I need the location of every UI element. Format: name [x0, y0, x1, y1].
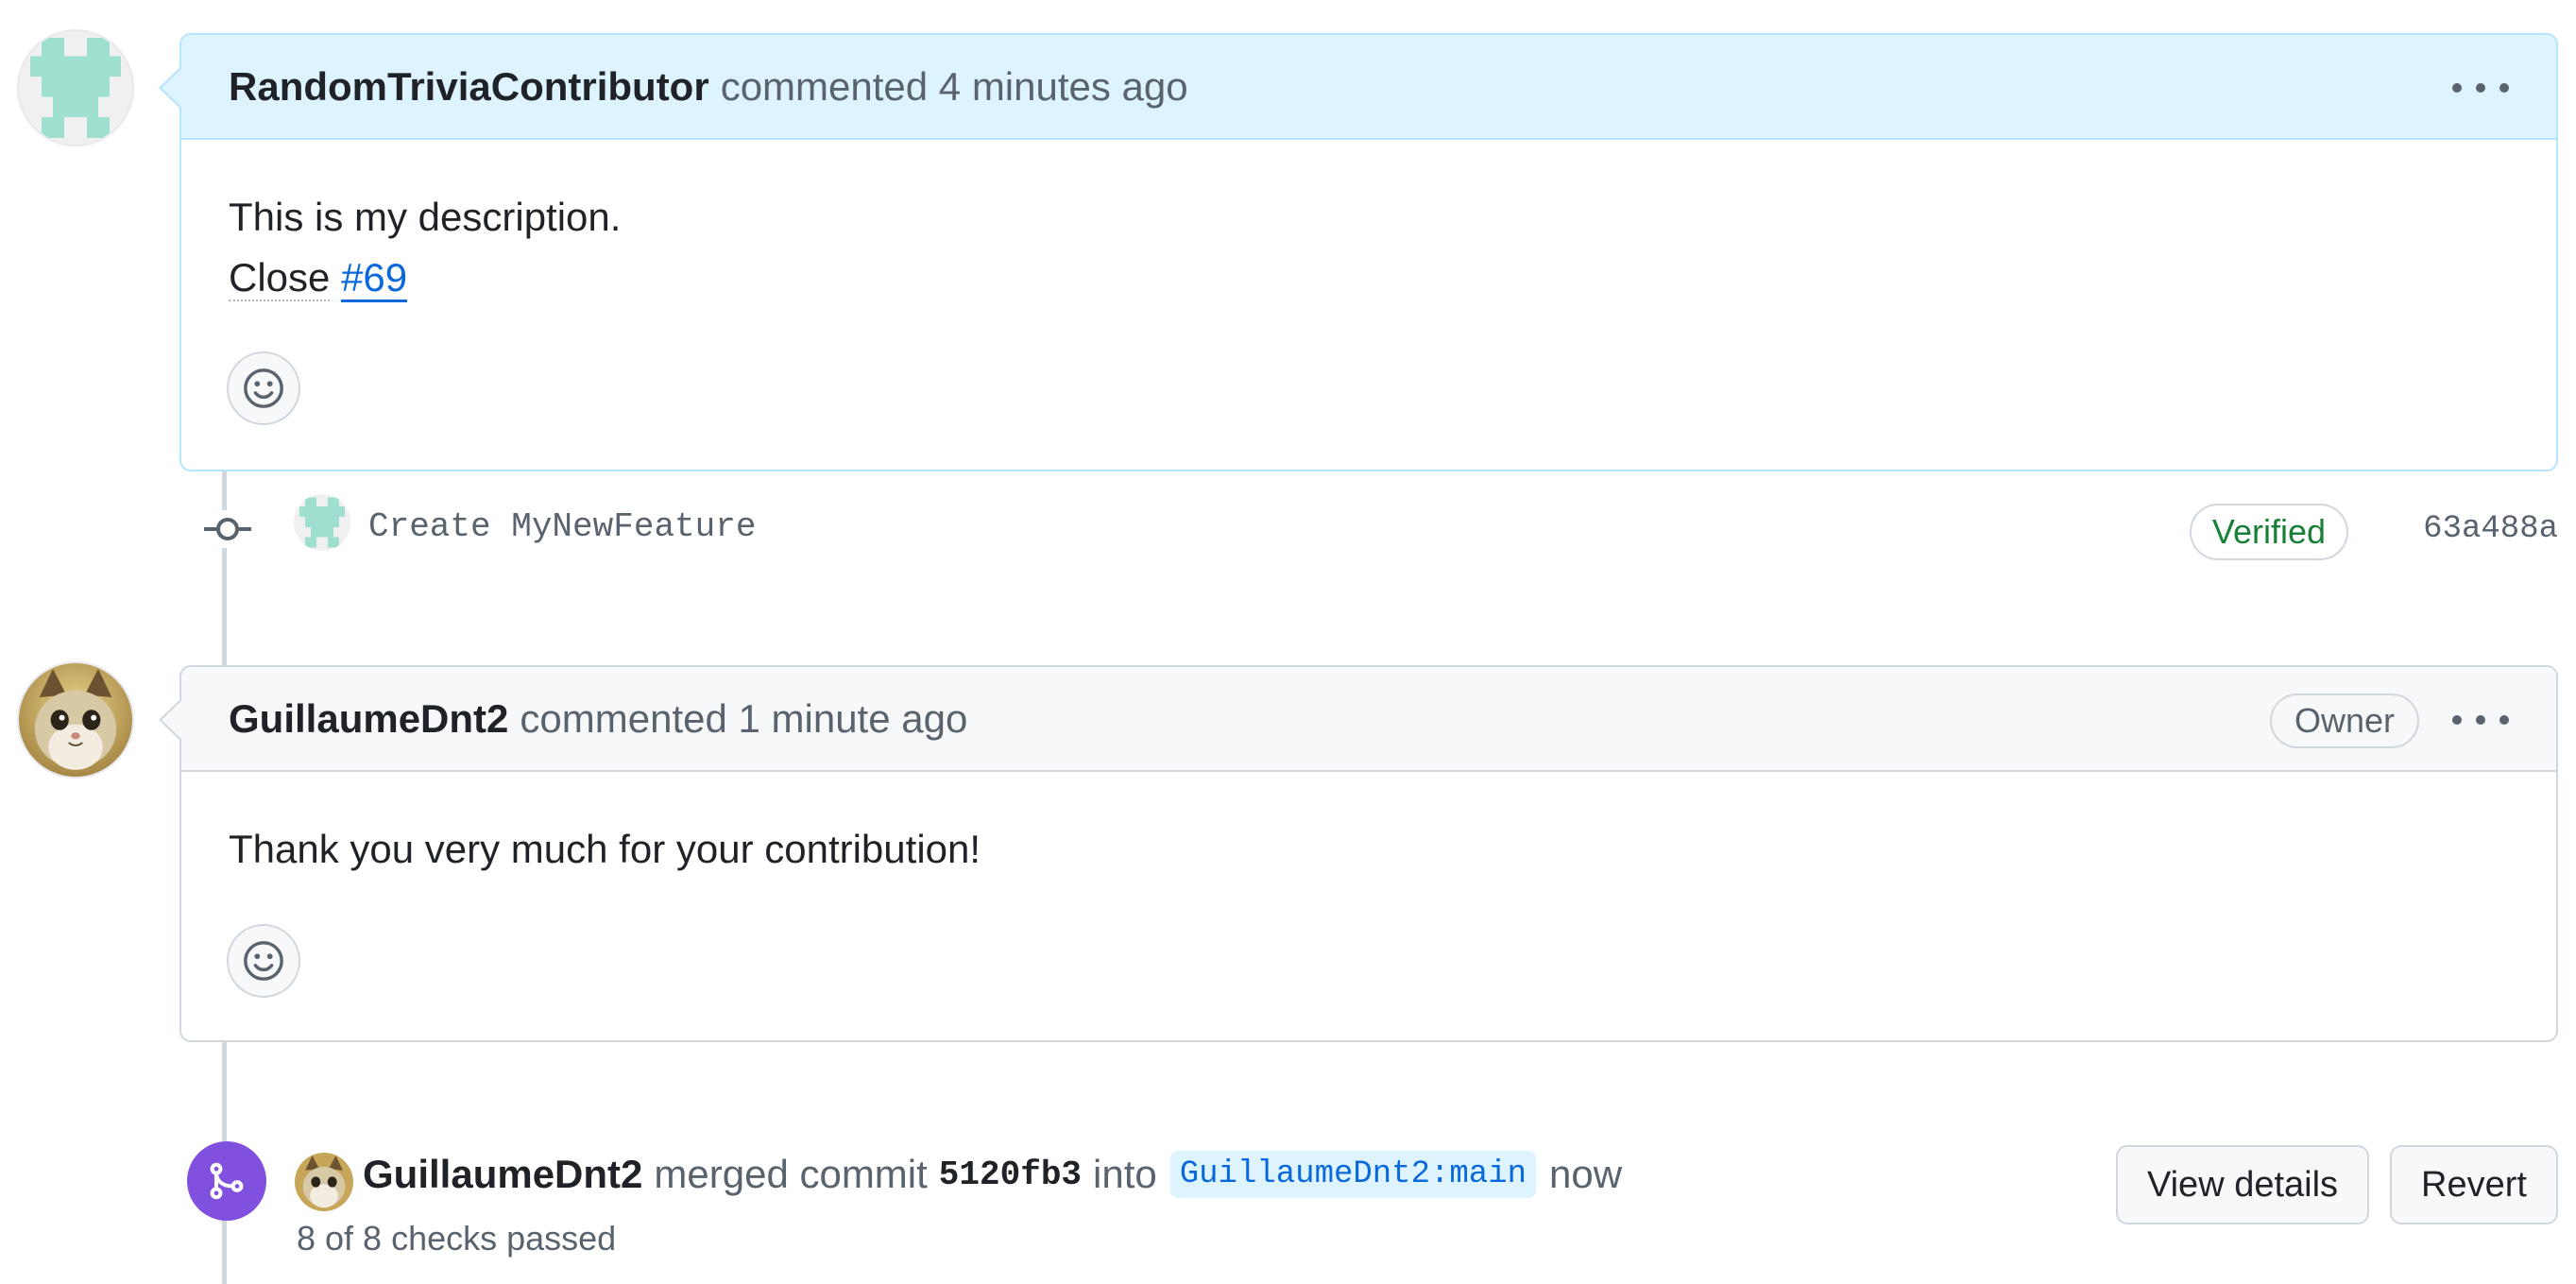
cat-photo-avatar[interactable] — [295, 1153, 353, 1211]
comment-author[interactable]: GuillaumeDnt2 — [229, 696, 508, 742]
commit-sha-link[interactable]: 63a488a — [2423, 511, 2558, 547]
comment-timestamp[interactable]: commented 1 minute ago — [520, 696, 967, 742]
revert-button[interactable]: Revert — [2390, 1145, 2558, 1224]
into-text: into — [1093, 1152, 1157, 1196]
checks-status: 8 of 8 checks passed — [297, 1219, 617, 1258]
merge-author[interactable]: GuillaumeDnt2 — [363, 1152, 642, 1197]
view-details-button[interactable]: View details — [2116, 1145, 2369, 1224]
comment-box: RandomTriviaContributor commented 4 minu… — [159, 33, 2558, 471]
merge-timestamp[interactable]: now — [1549, 1152, 1622, 1197]
add-reaction-button[interactable] — [227, 924, 300, 998]
commit-message-link[interactable]: Create MyNewFeature — [368, 507, 756, 546]
cat-photo-avatar[interactable] — [17, 661, 134, 779]
git-commit-icon — [202, 510, 253, 548]
comment-body: Thank you very much for your contributio… — [181, 772, 2556, 880]
comment-header: RandomTriviaContributor commented 4 minu… — [181, 35, 2556, 140]
issue-link[interactable]: #69 — [341, 255, 408, 302]
merge-summary: GuillaumeDnt2 merged commit 5120fb3 into… — [363, 1151, 1622, 1198]
comment-text: Thank you very much for your contributio… — [229, 827, 981, 871]
comment-body: This is my description. Close #69 — [181, 140, 2556, 308]
smiley-icon — [244, 941, 283, 981]
comment-author[interactable]: RandomTriviaContributor — [229, 64, 709, 110]
comment-timestamp[interactable]: commented 4 minutes ago — [721, 64, 1188, 110]
close-keyword: Close — [229, 255, 331, 301]
merge-commit-sha-link[interactable]: 5120fb3 — [939, 1156, 1082, 1194]
more-options-icon[interactable] — [2452, 703, 2509, 737]
add-reaction-button[interactable] — [227, 351, 300, 425]
comment-box: GuillaumeDnt2 commented 1 minute ago Own… — [159, 665, 2558, 1042]
owner-badge: Owner — [2269, 693, 2419, 748]
branch-label[interactable]: GuillaumeDnt2:main — [1169, 1151, 1537, 1198]
verified-badge[interactable]: Verified — [2189, 504, 2348, 560]
commit-event: Create MyNewFeature Verified 63a488a — [179, 487, 2558, 572]
comment-header: GuillaumeDnt2 commented 1 minute ago Own… — [181, 667, 2556, 772]
smiley-icon — [244, 368, 283, 408]
identicon-avatar[interactable] — [294, 494, 350, 551]
merge-event: GuillaumeDnt2 merged commit 5120fb3 into… — [179, 1134, 2558, 1284]
merge-action-text: merged commit — [654, 1152, 928, 1196]
more-options-icon[interactable] — [2452, 71, 2509, 105]
comment-text: This is my description. — [229, 195, 622, 239]
git-merge-icon — [187, 1141, 266, 1221]
comment-text: Close #69 — [229, 248, 2509, 308]
identicon-avatar[interactable] — [17, 29, 134, 146]
